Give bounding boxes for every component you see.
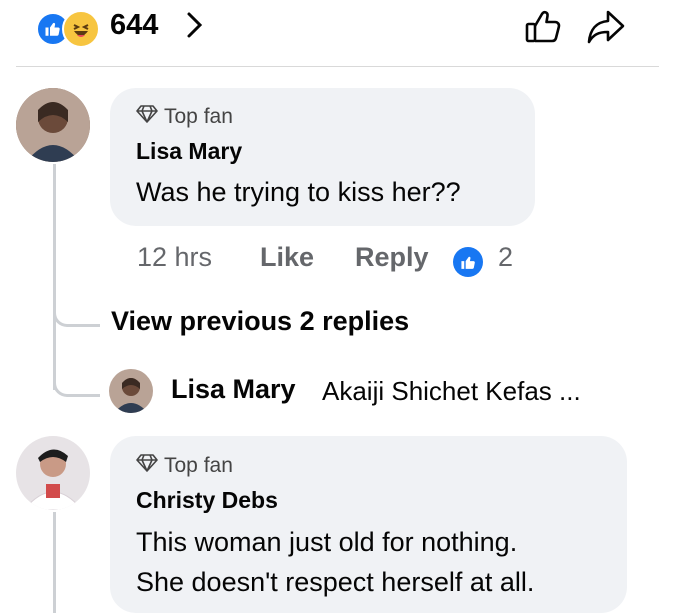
like-button[interactable]: Like: [260, 242, 314, 273]
avatar[interactable]: [16, 88, 90, 162]
like-count[interactable]: 2: [498, 242, 513, 273]
haha-reaction-icon[interactable]: [62, 10, 100, 48]
avatar[interactable]: [109, 369, 153, 413]
comment-text-line-2: She doesn't respect herself at all.: [136, 567, 535, 597]
reply-preview[interactable]: Akaiji Shichet Kefas ...: [322, 376, 581, 407]
thread-line: [53, 164, 56, 390]
comment-text: Was he trying to kiss her??: [136, 177, 461, 207]
comment-bubble: Top fan Christy Debs This woman just old…: [110, 436, 627, 613]
comment-author[interactable]: Lisa Mary: [136, 138, 242, 165]
reaction-count[interactable]: 644: [110, 6, 158, 44]
comment-author[interactable]: Christy Debs: [136, 487, 278, 514]
diamond-icon: [136, 453, 158, 479]
top-fan-badge: Top fan: [136, 453, 233, 479]
avatar[interactable]: [16, 436, 90, 510]
divider: [16, 66, 659, 67]
comment-timestamp[interactable]: 12 hrs: [137, 242, 212, 273]
like-reaction-icon[interactable]: [453, 247, 483, 277]
comment-text-line-1: This woman just old for nothing.: [136, 527, 518, 557]
top-fan-badge: Top fan: [136, 104, 233, 130]
reply-button[interactable]: Reply: [355, 242, 429, 273]
view-previous-replies[interactable]: View previous 2 replies: [111, 306, 409, 337]
badge-label: Top fan: [164, 454, 233, 477]
reaction-bar: 644: [0, 0, 675, 66]
badge-label: Top fan: [164, 105, 233, 128]
share-icon[interactable]: [586, 8, 626, 51]
thread-line: [53, 512, 56, 613]
thread-connector: [53, 306, 100, 327]
like-outline-icon[interactable]: [522, 6, 564, 53]
chevron-right-icon[interactable]: [184, 10, 206, 45]
diamond-icon: [136, 104, 158, 130]
reply-author[interactable]: Lisa Mary: [171, 374, 296, 405]
comment-bubble: Top fan Lisa Mary Was he trying to kiss …: [110, 88, 535, 226]
thread-connector: [53, 370, 100, 397]
